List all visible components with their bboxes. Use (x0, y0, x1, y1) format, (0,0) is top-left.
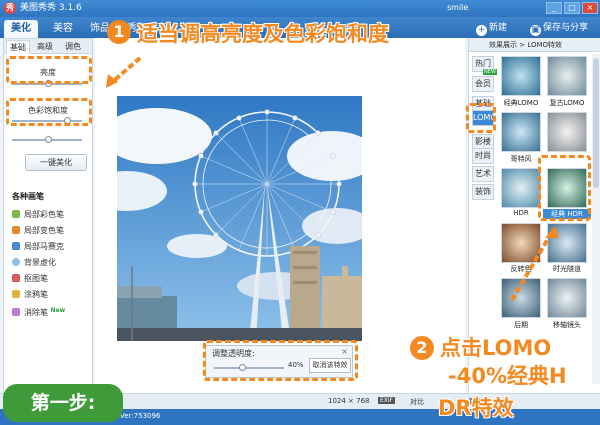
step1-instruction: 适当调高亮度及色彩饱和度 (137, 22, 389, 46)
step-label: 第一步: (3, 384, 123, 422)
step2-instruction-line3: DR特效 (438, 396, 514, 420)
step2-number-badge: 2 (410, 336, 434, 360)
step2-instruction-line1: 点击LOMO (440, 336, 552, 360)
app-window: 秀 美图秀秀 3.1.6 smile _ □ × 美化 美容 饰品 秀与分享 +… (0, 0, 600, 425)
step2-instruction-line2: -40%经典H (448, 364, 567, 388)
step1-number-badge: 1 (107, 20, 131, 44)
